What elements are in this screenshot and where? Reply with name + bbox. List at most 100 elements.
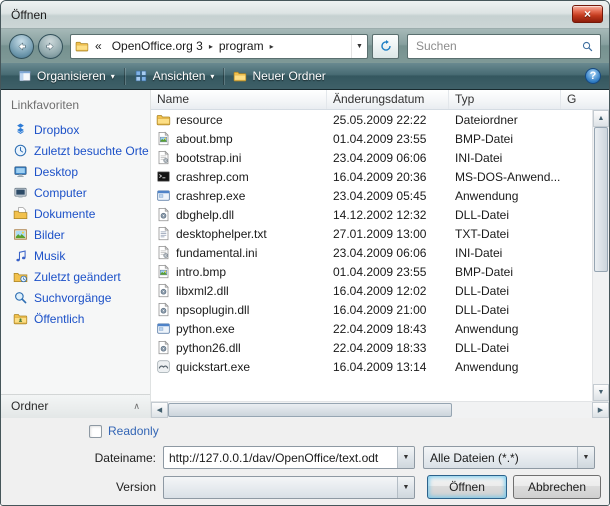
bmp-file-icon	[156, 264, 171, 279]
file-row[interactable]: about.bmp 01.04.2009 23:55 BMP-Datei	[151, 129, 592, 148]
horizontal-scrollbar[interactable]: ◀ ▶	[151, 401, 609, 418]
file-row[interactable]: python26.dll 22.04.2009 18:33 DLL-Datei	[151, 338, 592, 357]
file-rows: resource 25.05.2009 22:22 Dateiordner ab…	[151, 110, 592, 401]
sidebar-item[interactable]: Dokumente	[1, 203, 150, 224]
scroll-track[interactable]	[593, 272, 609, 384]
dos-file-icon	[156, 169, 171, 184]
file-row[interactable]: intro.bmp 01.04.2009 23:55 BMP-Datei	[151, 262, 592, 281]
scroll-right-button[interactable]: ▶	[592, 402, 609, 418]
vertical-scrollbar[interactable]: ▲ ▼	[592, 110, 609, 401]
dialog-body: Linkfavoriten Dropbox Zuletzt besuchte O…	[1, 90, 609, 418]
open-button[interactable]: Öffnen	[427, 475, 507, 499]
scroll-down-button[interactable]: ▼	[593, 384, 609, 401]
breadcrumb-overflow-button[interactable]: «	[91, 39, 106, 53]
sidebar-item[interactable]: Öffentlich	[1, 308, 150, 329]
forward-button[interactable]	[38, 34, 63, 59]
file-row[interactable]: crashrep.exe 23.04.2009 05:45 Anwendung	[151, 186, 592, 205]
column-header-name[interactable]: Name	[151, 90, 327, 109]
navigation-bar: « OpenOffice.org 3 ▸ program ▸ ▼	[1, 29, 609, 63]
scroll-track[interactable]	[452, 402, 592, 418]
filetype-value: Alle Dateien (*.*)	[424, 451, 577, 465]
sidebar-items: Dropbox Zuletzt besuchte Orte Desktop Co…	[1, 119, 150, 329]
sidebar-item[interactable]: Desktop	[1, 161, 150, 182]
recent-places-icon	[13, 143, 28, 158]
filetype-combobox[interactable]: Alle Dateien (*.*) ▼	[423, 446, 595, 469]
filename-combobox: ▼	[163, 446, 415, 469]
breadcrumb-segment-program[interactable]: program	[215, 39, 268, 53]
file-row[interactable]: npsoplugin.dll 16.04.2009 21:00 DLL-Date…	[151, 300, 592, 319]
views-label: Ansichten	[153, 69, 206, 83]
exe-file-icon	[156, 321, 171, 336]
folder-icon	[75, 39, 89, 53]
help-button[interactable]: ?	[585, 68, 601, 84]
breadcrumb-segment-openoffice[interactable]: OpenOffice.org 3	[108, 39, 207, 53]
back-button[interactable]	[9, 34, 34, 59]
cancel-button[interactable]: Abbrechen	[513, 475, 601, 499]
file-row[interactable]: fundamental.ini 23.04.2009 06:06 INI-Dat…	[151, 243, 592, 262]
file-row[interactable]: resource 25.05.2009 22:22 Dateiordner	[151, 110, 592, 129]
dll-file-icon	[156, 207, 171, 222]
arrow-left-icon	[15, 40, 28, 53]
file-row[interactable]: libxml2.dll 16.04.2009 12:02 DLL-Datei	[151, 281, 592, 300]
address-bar[interactable]: « OpenOffice.org 3 ▸ program ▸ ▼	[70, 34, 368, 59]
views-button[interactable]: Ansichten ▾	[125, 63, 224, 89]
caret-down-icon: ▾	[111, 72, 115, 81]
command-toolbar: Organisieren ▾ Ansichten ▾ Neuer Ordner …	[1, 63, 609, 90]
column-header-size[interactable]: G	[561, 90, 609, 109]
file-row[interactable]: python.exe 22.04.2009 18:43 Anwendung	[151, 319, 592, 338]
version-combobox[interactable]: ▼	[163, 476, 415, 499]
searches-icon	[13, 290, 28, 305]
sidebar-item[interactable]: Musik	[1, 245, 150, 266]
computer-icon	[13, 185, 28, 200]
file-row[interactable]: dbghelp.dll 14.12.2002 12:32 DLL-Datei	[151, 205, 592, 224]
dll-file-icon	[156, 302, 171, 317]
readonly-checkbox[interactable]	[89, 425, 102, 438]
version-dropdown-button[interactable]: ▼	[397, 477, 414, 498]
sidebar-item[interactable]: Zuletzt besuchte Orte	[1, 140, 150, 161]
file-row[interactable]: desktophelper.txt 27.01.2009 13:00 TXT-D…	[151, 224, 592, 243]
quickstart-file-icon	[156, 359, 171, 374]
vertical-scroll-thumb[interactable]	[594, 127, 608, 272]
close-button[interactable]: ×	[572, 5, 603, 23]
sidebar-item[interactable]: Zuletzt geändert	[1, 266, 150, 287]
chevron-up-icon: ∧	[133, 401, 140, 412]
version-label: Version	[11, 480, 163, 494]
sidebar-item[interactable]: Computer	[1, 182, 150, 203]
filetype-dropdown-button[interactable]: ▼	[577, 447, 594, 468]
organize-button[interactable]: Organisieren ▾	[9, 63, 124, 89]
file-row[interactable]: crashrep.com 16.04.2009 20:36 MS-DOS-Anw…	[151, 167, 592, 186]
favorites-header: Linkfavoriten	[1, 96, 150, 119]
file-row[interactable]: quickstart.exe 16.04.2009 13:14 Anwendun…	[151, 357, 592, 376]
sidebar-item[interactable]: Bilder	[1, 224, 150, 245]
refresh-button[interactable]	[372, 34, 399, 59]
list-body: resource 25.05.2009 22:22 Dateiordner ab…	[151, 110, 609, 401]
search-box	[407, 34, 601, 59]
views-icon	[134, 69, 148, 83]
horizontal-scroll-thumb[interactable]	[168, 403, 452, 417]
dropbox-icon	[13, 122, 28, 137]
public-icon	[13, 311, 28, 326]
scroll-left-button[interactable]: ◀	[151, 402, 168, 418]
column-header-type[interactable]: Typ	[449, 90, 561, 109]
dll-file-icon	[156, 283, 171, 298]
close-icon: ×	[584, 8, 591, 20]
pictures-icon	[13, 227, 28, 242]
organize-label: Organisieren	[37, 69, 106, 83]
titlebar[interactable]: Öffnen ×	[1, 1, 609, 29]
file-list: Name Änderungsdatum Typ G resource 25.05…	[151, 90, 609, 418]
address-dropdown-button[interactable]: ▼	[351, 35, 367, 58]
column-header-date[interactable]: Änderungsdatum	[327, 90, 449, 109]
dll-file-icon	[156, 340, 171, 355]
new-folder-button[interactable]: Neuer Ordner	[224, 63, 334, 89]
file-row[interactable]: bootstrap.ini 23.04.2009 06:06 INI-Datei	[151, 148, 592, 167]
folders-expander[interactable]: Ordner ∧	[1, 394, 150, 418]
txt-file-icon	[156, 226, 171, 241]
search-icon[interactable]	[581, 40, 594, 53]
filename-dropdown-button[interactable]: ▼	[397, 447, 414, 468]
sidebar-item[interactable]: Suchvorgänge	[1, 287, 150, 308]
sidebar-item[interactable]: Dropbox	[1, 119, 150, 140]
scroll-up-button[interactable]: ▲	[593, 110, 609, 127]
ini-file-icon	[156, 150, 171, 165]
search-input[interactable]	[414, 38, 581, 54]
filename-input[interactable]	[164, 447, 397, 468]
